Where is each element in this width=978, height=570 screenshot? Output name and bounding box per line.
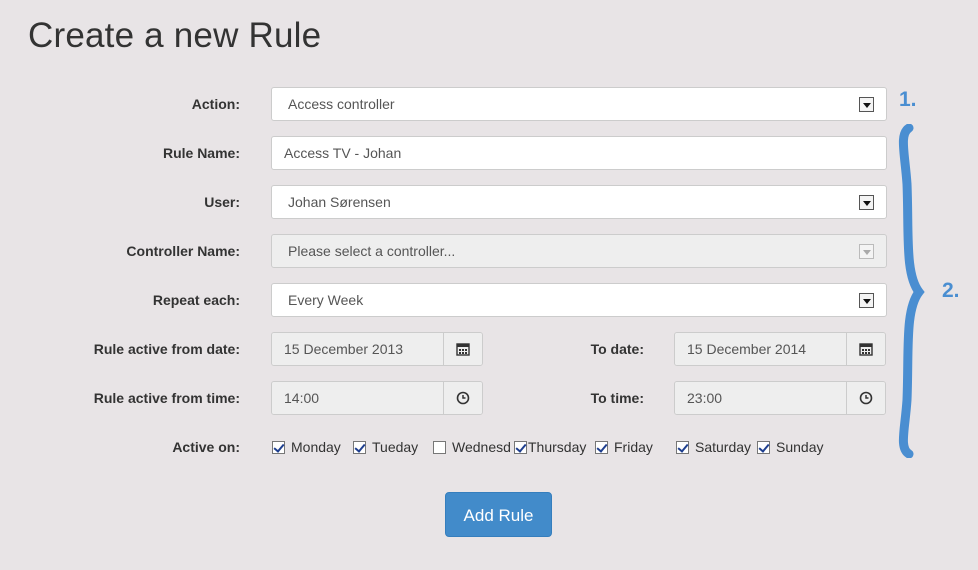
from-date-label: Rule active from date: (93, 341, 240, 357)
add-rule-button[interactable]: Add Rule (445, 492, 552, 537)
from-date-value[interactable]: 15 December 2013 (272, 333, 443, 365)
chevron-down-icon[interactable] (859, 244, 874, 259)
rule-name-value: Access TV - Johan (284, 145, 402, 161)
controller-select-placeholder: Please select a controller... (288, 243, 456, 259)
user-select-value: Johan Sørensen (288, 194, 391, 210)
action-select[interactable]: Access controller (271, 87, 887, 121)
controller-select[interactable]: Please select a controller... (271, 234, 887, 268)
rule-name-input[interactable]: Access TV - Johan (271, 136, 887, 170)
user-select[interactable]: Johan Sørensen (271, 185, 887, 219)
repeat-select-value: Every Week (288, 292, 364, 308)
checkbox-wednesday[interactable] (433, 441, 446, 454)
day-label-wednesday: Wednesd (452, 439, 511, 455)
chevron-down-icon[interactable] (859, 97, 874, 112)
calendar-icon[interactable] (443, 333, 482, 365)
day-label-tuesday: Tueday (372, 439, 419, 455)
chevron-down-icon[interactable] (859, 195, 874, 210)
repeat-select[interactable]: Every Week (271, 283, 887, 317)
to-time-label: To time: (590, 390, 644, 406)
to-time-value[interactable]: 23:00 (675, 382, 846, 414)
day-saturday[interactable]: Saturday (676, 430, 751, 464)
active-on-label: Active on: (172, 439, 240, 455)
to-date-picker[interactable]: 15 December 2014 (674, 332, 886, 366)
user-label: User: (204, 194, 240, 210)
annotation-2: 2. (942, 279, 960, 302)
to-time-picker[interactable]: 23:00 (674, 381, 886, 415)
from-time-picker[interactable]: 14:00 (271, 381, 483, 415)
checkbox-tuesday[interactable] (353, 441, 366, 454)
to-date-value[interactable]: 15 December 2014 (675, 333, 846, 365)
annotation-1: 1. (899, 88, 917, 111)
from-time-value[interactable]: 14:00 (272, 382, 443, 414)
action-select-value: Access controller (288, 96, 395, 112)
day-sunday[interactable]: Sunday (757, 430, 823, 464)
action-label: Action: (191, 96, 240, 112)
page-title: Create a new Rule (28, 16, 322, 55)
annotation-brace (898, 124, 925, 458)
day-label-thursday: Thursday (528, 439, 587, 455)
clock-icon[interactable] (443, 382, 482, 414)
to-date-label: To date: (590, 341, 644, 357)
repeat-label: Repeat each: (152, 292, 240, 308)
day-label-saturday: Saturday (695, 439, 752, 455)
day-friday[interactable]: Friday (595, 430, 653, 464)
clock-icon[interactable] (846, 382, 885, 414)
day-tuesday[interactable]: Tueday (353, 430, 418, 464)
day-label-monday: Monday (291, 439, 341, 455)
controller-name-label: Controller Name: (126, 243, 240, 259)
checkbox-saturday[interactable] (676, 441, 689, 454)
checkbox-friday[interactable] (595, 441, 608, 454)
checkbox-sunday[interactable] (757, 441, 770, 454)
checkbox-monday[interactable] (272, 441, 285, 454)
day-monday[interactable]: Monday (272, 430, 341, 464)
day-wednesday[interactable]: Wednesd (433, 430, 511, 464)
rule-name-label: Rule Name: (162, 145, 240, 161)
from-date-picker[interactable]: 15 December 2013 (271, 332, 483, 366)
day-label-sunday: Sunday (776, 439, 824, 455)
checkbox-thursday[interactable] (514, 441, 527, 454)
day-thursday[interactable]: Thursday (514, 430, 586, 464)
day-label-friday: Friday (614, 439, 653, 455)
calendar-icon[interactable] (846, 333, 885, 365)
chevron-down-icon[interactable] (859, 293, 874, 308)
from-time-label: Rule active from time: (93, 390, 240, 406)
